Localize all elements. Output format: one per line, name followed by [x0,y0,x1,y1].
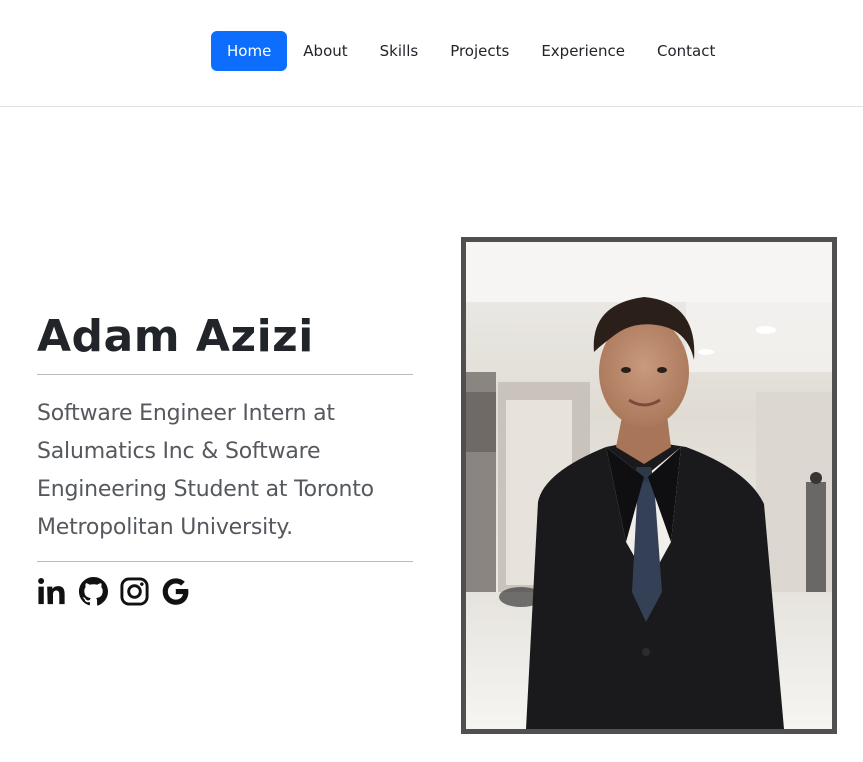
nav-contact-link[interactable]: Contact [641,31,731,71]
github-icon[interactable] [78,576,109,607]
nav-experience-link[interactable]: Experience [525,31,641,71]
nav-about-link[interactable]: About [287,31,363,71]
hero-tagline: Software Engineer Intern at Salumatics I… [37,401,374,540]
nav-home-link[interactable]: Home [211,31,288,71]
hero-section: Adam Azizi Software Engineer Intern at S… [37,300,413,607]
portrait-photo [461,237,837,734]
nav-skills-link[interactable]: Skills [364,31,435,71]
nav-menu: Home About Skills Projects Experience Co… [211,31,731,71]
linkedin-icon[interactable] [37,576,68,607]
navbar: Home About Skills Projects Experience Co… [0,0,863,107]
social-links [37,576,413,607]
nav-projects-link[interactable]: Projects [434,31,525,71]
divider-bottom [37,561,413,562]
instagram-icon[interactable] [119,576,150,607]
page-title: Adam Azizi [37,311,314,362]
portrait-image [466,242,832,729]
google-icon[interactable] [160,576,191,607]
